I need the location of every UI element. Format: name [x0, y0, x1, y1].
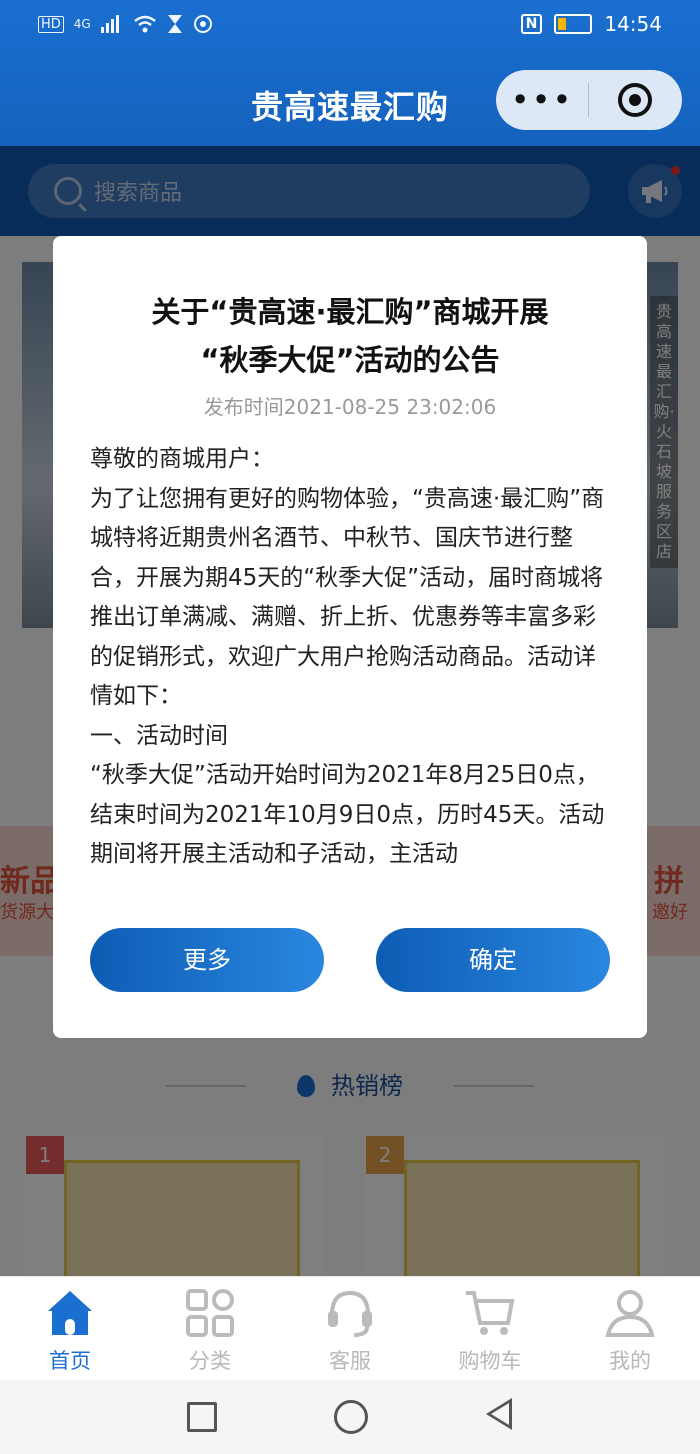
headset-icon	[324, 1287, 376, 1339]
tab-label: 首页	[49, 1349, 91, 1373]
tab-label: 我的	[609, 1349, 651, 1373]
tab-home[interactable]: 首页	[0, 1277, 140, 1381]
tab-customer-service[interactable]: 客服	[280, 1277, 420, 1381]
grid-icon	[184, 1287, 236, 1339]
dialog-title-line1: 关于“贵高速·最汇购”商城开展	[151, 295, 549, 329]
cart-icon	[464, 1287, 516, 1339]
bottom-tab-bar: 首页 分类 客服 购物车 我的	[0, 1276, 700, 1381]
body-paragraph: 一、活动时间	[90, 722, 228, 749]
home-button[interactable]	[334, 1400, 368, 1434]
announcement-dialog: 关于“贵高速·最汇购”商城开展 “秋季大促”活动的公告 发布时间2021-08-…	[53, 236, 647, 1038]
tab-label: 分类	[189, 1349, 231, 1373]
publish-time: 发布时间2021-08-25 23:02:06	[203, 395, 497, 419]
tab-label: 客服	[329, 1349, 371, 1373]
dialog-body[interactable]: 尊敬的商城用户： 为了让您拥有更好的购物体验，“贵高速·最汇购”商城特将近期贵州…	[90, 440, 610, 882]
tab-mine[interactable]: 我的	[560, 1277, 700, 1381]
home-icon	[44, 1287, 96, 1339]
user-icon	[604, 1287, 656, 1339]
dialog-title-line2: “秋季大促”活动的公告	[200, 343, 500, 377]
header-overlay	[0, 0, 700, 146]
body-paragraph: 尊敬的商城用户：	[90, 446, 274, 472]
body-paragraph: “秋季大促”活动开始时间为2021年8月25日0点，结束时间为2021年10月9…	[90, 762, 605, 867]
recent-apps-button[interactable]	[187, 1402, 217, 1432]
tab-category[interactable]: 分类	[140, 1277, 280, 1381]
tab-label: 购物车	[458, 1349, 522, 1373]
confirm-button[interactable]: 确定	[376, 928, 610, 992]
system-nav-bar	[0, 1380, 700, 1454]
tab-cart[interactable]: 购物车	[420, 1277, 560, 1381]
more-button[interactable]: 更多	[90, 928, 324, 992]
body-paragraph: 为了让您拥有更好的购物体验，“贵高速·最汇购”商城特将近期贵州名酒节、中秋节、国…	[90, 485, 605, 710]
dialog-title: 关于“贵高速·最汇购”商城开展 “秋季大促”活动的公告	[93, 288, 607, 384]
back-button[interactable]	[486, 1398, 512, 1430]
